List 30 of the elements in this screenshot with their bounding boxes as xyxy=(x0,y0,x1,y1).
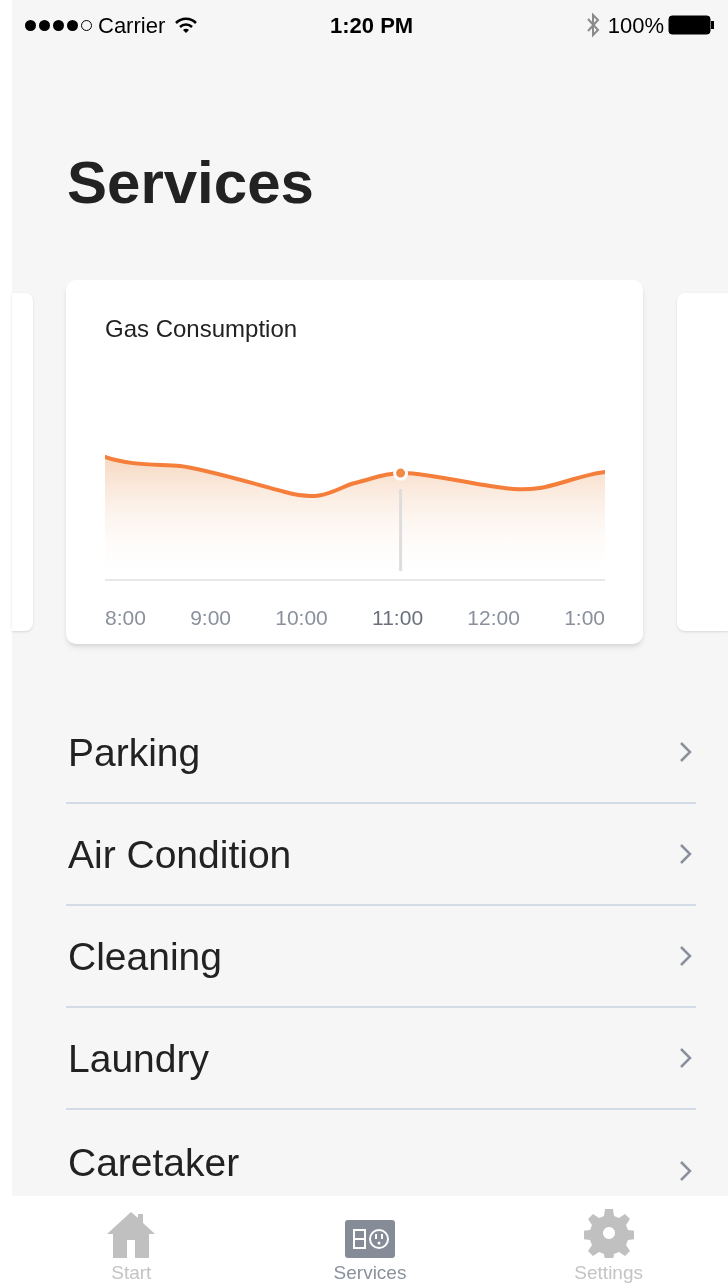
status-time: 1:20 PM xyxy=(330,11,414,40)
service-label: Air Condition xyxy=(67,834,292,874)
page-title: Services xyxy=(67,153,315,213)
battery-icon xyxy=(668,15,715,35)
service-row[interactable]: Air Condition xyxy=(66,804,696,906)
chevron-right-icon xyxy=(679,1160,692,1182)
chevron-right-icon xyxy=(679,945,692,967)
service-row[interactable]: Caretaker xyxy=(66,1110,696,1194)
x-axis-label: 11:00 xyxy=(372,605,424,631)
service-label: Caretaker xyxy=(67,1143,240,1182)
chevron-right-icon xyxy=(679,741,692,763)
service-row[interactable]: Cleaning xyxy=(66,906,696,1008)
gear-icon xyxy=(583,1208,634,1259)
service-label: Parking xyxy=(67,732,201,772)
battery-percent: 100% xyxy=(607,11,664,40)
x-axis-label: 10:00 xyxy=(275,605,328,631)
service-label: Cleaning xyxy=(67,936,222,976)
service-row[interactable]: Parking xyxy=(66,702,696,804)
chevron-right-icon xyxy=(679,843,692,865)
bluetooth-icon xyxy=(585,12,600,38)
carrier-name: Carrier xyxy=(98,11,166,40)
chevron-right-icon xyxy=(679,1047,692,1069)
x-axis-label: 1:00 xyxy=(564,605,605,631)
x-axis-label: 9:00 xyxy=(190,605,231,631)
wifi-icon xyxy=(175,16,198,34)
x-axis-label: 8:00 xyxy=(105,605,146,631)
x-axis-label: 12:00 xyxy=(467,605,520,631)
service-row[interactable]: Laundry xyxy=(66,1008,696,1110)
card-title: Gas Consumption xyxy=(105,317,299,341)
service-label: Laundry xyxy=(67,1038,209,1078)
